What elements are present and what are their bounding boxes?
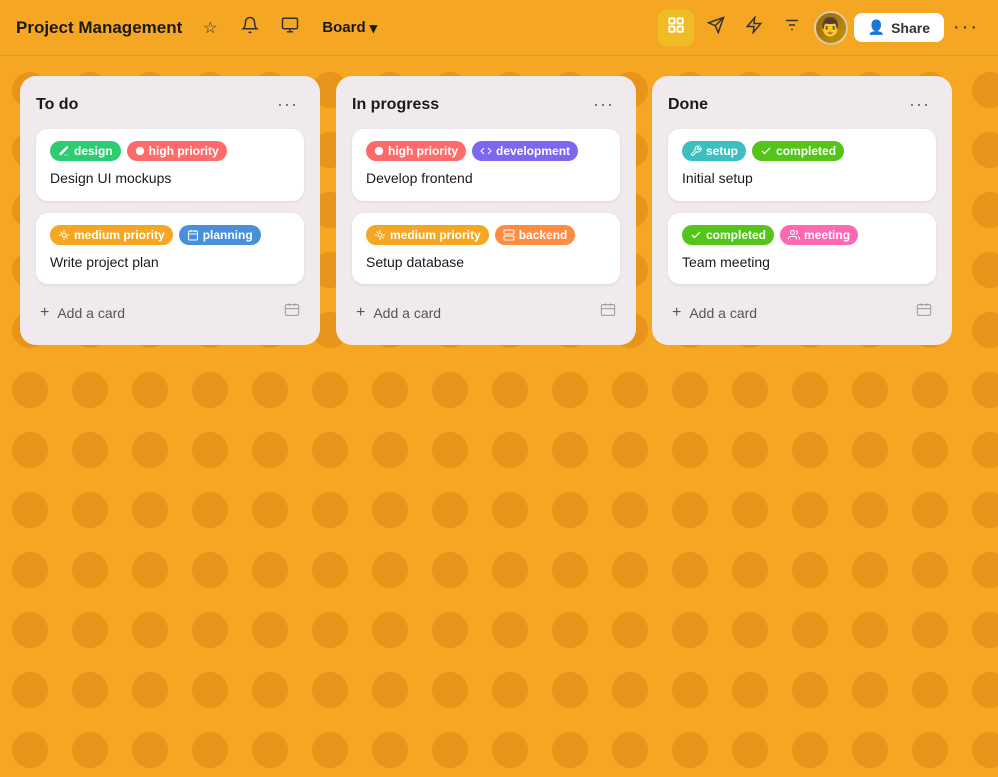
screen-button[interactable] xyxy=(274,12,306,44)
share-label: Share xyxy=(891,20,930,36)
column-header-done: Done ··· xyxy=(668,92,936,117)
column-header-todo: To do ··· xyxy=(36,92,304,117)
column-header-inprogress: In progress ··· xyxy=(352,92,620,117)
column-title-inprogress: In progress xyxy=(352,96,439,114)
card-title-card-4: Setup database xyxy=(366,253,606,273)
card-template-icon xyxy=(600,302,616,323)
tag-meeting: meeting xyxy=(780,225,858,245)
tag-medium-priority-2: medium priority xyxy=(366,225,489,245)
add-card-label: Add a card xyxy=(57,305,125,321)
star-button[interactable]: ☆ xyxy=(194,12,226,44)
column-todo: To do ··· design high priority Design UI moc… xyxy=(20,76,320,345)
bell-icon xyxy=(241,16,259,39)
card-tags-card-1: design high priority xyxy=(50,141,290,161)
board: To do ··· design high priority Design UI moc… xyxy=(0,56,998,365)
column-menu-button-inprogress[interactable]: ··· xyxy=(587,92,620,117)
bell-button[interactable] xyxy=(234,12,266,44)
card-title-card-5: Initial setup xyxy=(682,169,922,189)
navbar: Project Management ☆ Board ▾ xyxy=(0,0,998,56)
bolt-button[interactable] xyxy=(738,12,770,44)
tag-medium-priority: medium priority xyxy=(50,225,173,245)
card-tags-card-6: completed meeting xyxy=(682,225,922,245)
column-title-todo: To do xyxy=(36,96,78,114)
send-button[interactable] xyxy=(700,12,732,44)
tag-high-priority: high priority xyxy=(127,141,227,161)
card-tags-card-4: medium priority backend xyxy=(366,225,606,245)
tag-development: development xyxy=(472,141,578,161)
filter-icon xyxy=(783,16,801,39)
card-card-6[interactable]: completed meeting Team meeting xyxy=(668,213,936,285)
avatar[interactable]: 👨 xyxy=(814,11,848,45)
column-title-done: Done xyxy=(668,96,708,114)
card-title-card-1: Design UI mockups xyxy=(50,169,290,189)
send-icon xyxy=(707,16,725,39)
add-card-button-done[interactable]: + Add a card xyxy=(668,296,936,329)
column-menu-button-todo[interactable]: ··· xyxy=(271,92,304,117)
board-label: Board xyxy=(322,19,365,36)
plus-icon: + xyxy=(40,304,49,322)
view-toggle-button[interactable] xyxy=(658,10,694,46)
card-card-5[interactable]: setup completed Initial setup xyxy=(668,129,936,201)
card-tags-card-3: high priority development xyxy=(366,141,606,161)
tag-high-priority-2: high priority xyxy=(366,141,466,161)
card-title-card-3: Develop frontend xyxy=(366,169,606,189)
add-card-button-inprogress[interactable]: + Add a card xyxy=(352,296,620,329)
plus-icon: + xyxy=(672,304,681,322)
tag-backend: backend xyxy=(495,225,576,245)
card-template-icon xyxy=(284,302,300,323)
chevron-down-icon: ▾ xyxy=(370,19,378,37)
person-icon: 👤 xyxy=(868,19,885,36)
card-template-icon xyxy=(916,302,932,323)
card-card-3[interactable]: high priority development Develop frontend xyxy=(352,129,620,201)
tag-setup: setup xyxy=(682,141,746,161)
card-card-4[interactable]: medium priority backend Setup database xyxy=(352,213,620,285)
app-title: Project Management xyxy=(16,18,182,38)
add-card-button-todo[interactable]: + Add a card xyxy=(36,296,304,329)
star-icon: ☆ xyxy=(203,18,217,38)
add-card-label: Add a card xyxy=(373,305,441,321)
column-inprogress: In progress ··· high priority development De… xyxy=(336,76,636,345)
tag-planning: planning xyxy=(179,225,261,245)
nav-right-actions: 👨 👤 Share ··· xyxy=(658,10,982,46)
card-tags-card-5: setup completed xyxy=(682,141,922,161)
plus-icon: + xyxy=(356,304,365,322)
card-card-2[interactable]: medium priority planning Write project pla… xyxy=(36,213,304,285)
bolt-icon xyxy=(745,16,763,39)
view-icon xyxy=(667,16,685,39)
screen-icon xyxy=(281,16,299,39)
tag-completed-2: completed xyxy=(682,225,774,245)
column-menu-button-done[interactable]: ··· xyxy=(903,92,936,117)
filter-button[interactable] xyxy=(776,12,808,44)
share-button[interactable]: 👤 Share xyxy=(854,13,944,42)
card-card-1[interactable]: design high priority Design UI mockups xyxy=(36,129,304,201)
card-title-card-2: Write project plan xyxy=(50,253,290,273)
board-button[interactable]: Board ▾ xyxy=(314,15,385,41)
card-title-card-6: Team meeting xyxy=(682,253,922,273)
tag-completed: completed xyxy=(752,141,844,161)
add-card-label: Add a card xyxy=(689,305,757,321)
column-done: Done ··· setup completed Initial setup comple… xyxy=(652,76,952,345)
more-icon: ··· xyxy=(953,16,979,39)
more-button[interactable]: ··· xyxy=(950,12,982,44)
tag-design: design xyxy=(50,141,121,161)
card-tags-card-2: medium priority planning xyxy=(50,225,290,245)
